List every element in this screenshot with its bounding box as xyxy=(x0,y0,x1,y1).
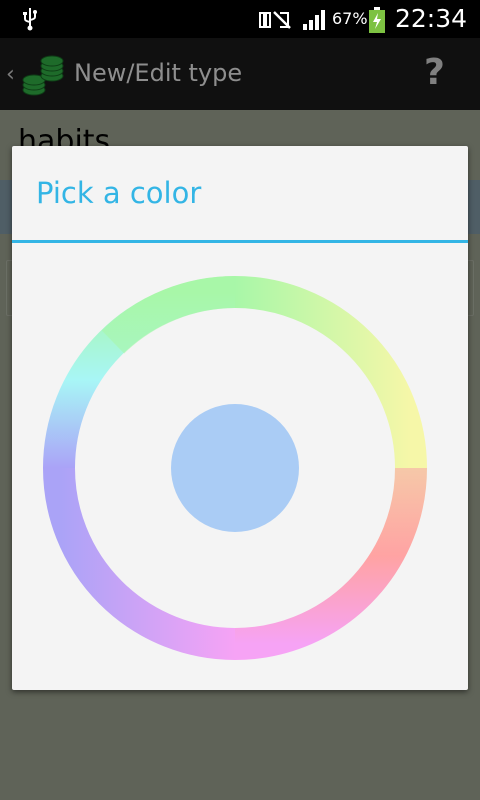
action-bar-title: New/Edit type xyxy=(74,59,243,87)
color-picker-dialog: Pick a color xyxy=(12,146,468,690)
action-bar: ‹ New/Edit type ? xyxy=(0,38,480,110)
status-bar: 67% 22:34 xyxy=(0,0,480,38)
help-icon[interactable]: ? xyxy=(424,52,445,93)
dialog-title: Pick a color xyxy=(36,176,202,210)
color-wheel[interactable] xyxy=(43,276,427,660)
battery-percent: 67% xyxy=(332,9,368,28)
dialog-title-divider xyxy=(12,240,468,243)
coins-logo-icon[interactable] xyxy=(20,52,66,96)
signal-icon xyxy=(303,10,325,30)
back-chevron-icon[interactable]: ‹ xyxy=(6,62,15,87)
selected-color-swatch[interactable] xyxy=(171,404,299,532)
battery-charging-icon xyxy=(369,7,385,33)
clock: 22:34 xyxy=(395,4,468,33)
usb-icon xyxy=(23,8,37,31)
mute-icon xyxy=(259,11,291,29)
